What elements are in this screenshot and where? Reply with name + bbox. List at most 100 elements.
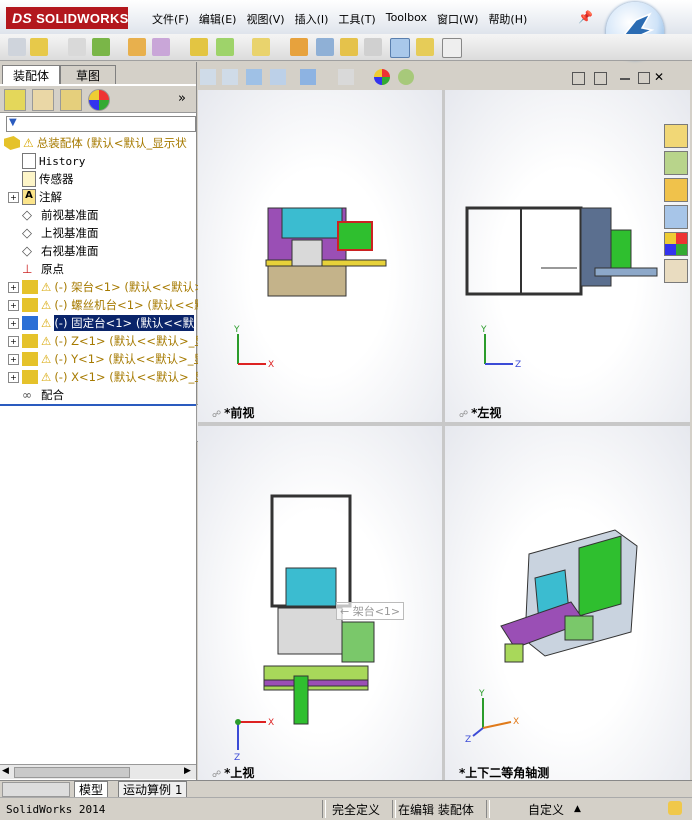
warning-icon: ⚠ [41, 280, 52, 294]
tree-item-label: 传感器 [39, 172, 74, 186]
tree-item-top-plane[interactable]: ◇ 上视基准面 [22, 224, 99, 242]
scroll-left-icon[interactable]: ◀ [2, 766, 9, 776]
status-units[interactable]: 自定义 [528, 801, 564, 817]
explode-icon[interactable] [340, 38, 358, 56]
display-style-icon[interactable] [338, 69, 354, 85]
units-dropdown-icon[interactable]: ▲ [574, 801, 581, 817]
zoom-area-icon[interactable] [222, 69, 238, 85]
link-icon: ☍ [212, 770, 222, 780]
menu-file[interactable]: 文件(F) [150, 11, 197, 27]
custom-properties-icon[interactable] [664, 259, 688, 283]
tree-item-right-plane[interactable]: ◇ 右视基准面 [22, 242, 99, 260]
menu-edit[interactable]: 编辑(E) [197, 11, 245, 27]
feature-manager-icon[interactable] [4, 89, 26, 111]
open-icon[interactable] [30, 38, 48, 56]
tree-item-part[interactable]: + ⚠ (-) X<1> (默认<<默认>_显 [8, 368, 206, 386]
tree-item-part[interactable]: + ⚠ (-) Y<1> (默认<<默认>_显 [8, 350, 205, 368]
viewport-left[interactable]: Y Z ☍ *左视 [445, 90, 690, 422]
menu-bar: 文件(F) 编辑(E) 视图(V) 插入(I) 工具(T) Toolbox 窗口… [150, 11, 535, 27]
viewport-front[interactable]: Y X ☍ *前视 [198, 90, 442, 422]
expand-toggle[interactable]: + [8, 353, 19, 365]
status-separator [486, 800, 490, 818]
tab-sketch[interactable]: 草图 [60, 65, 116, 84]
viewport-link-icon[interactable] [594, 72, 607, 85]
tree-root[interactable]: ⚠ 总装配体 (默认<默认_显示状 [4, 134, 187, 152]
instant3d-icon[interactable] [364, 38, 382, 56]
menu-help[interactable]: 帮助(H) [486, 11, 535, 27]
horizontal-scrollbar[interactable]: ◀ ▶ [0, 764, 196, 779]
restore-icon[interactable] [638, 72, 650, 84]
property-manager-icon[interactable] [32, 89, 54, 111]
appearance-icon[interactable] [374, 69, 390, 85]
minimize-icon[interactable] [620, 78, 630, 80]
settings-gear-icon[interactable] [290, 38, 308, 56]
viewport-split-icon[interactable] [572, 72, 585, 85]
previous-view-icon[interactable] [246, 69, 262, 85]
close-icon[interactable]: ✕ [654, 70, 664, 84]
design-library-icon[interactable] [664, 151, 688, 175]
sketch-toggle-icon[interactable] [390, 38, 410, 58]
tree-item-part-selected[interactable]: + ⚠ (-) 固定台<1> (默认<<默 [8, 314, 195, 332]
assembly-icon[interactable] [92, 38, 110, 56]
view-orientation-icon[interactable] [300, 69, 316, 85]
status-editing: 在编辑 装配体 [398, 802, 474, 817]
mate-icon[interactable] [416, 38, 434, 56]
tree-item-label: (-) 架台<1> (默认<<默认> [54, 280, 204, 294]
new-icon[interactable] [8, 38, 26, 56]
tree-item-annotations[interactable]: + A 注解 [8, 188, 62, 206]
appearances-icon[interactable] [664, 232, 688, 256]
tab-motion-study[interactable]: 运动算例 1 [118, 781, 188, 798]
move-component-icon[interactable] [316, 38, 334, 56]
scene-icon[interactable] [398, 69, 414, 85]
tree-item-origin[interactable]: ⊥ 原点 [22, 260, 64, 278]
display-manager-icon[interactable] [88, 89, 110, 111]
pin-icon[interactable]: 📌 [578, 10, 593, 24]
component-icon[interactable] [216, 38, 234, 56]
tree-item-front-plane[interactable]: ◇ 前视基准面 [22, 206, 99, 224]
menu-insert[interactable]: 插入(I) [293, 11, 337, 27]
tab-assembly[interactable]: 装配体 [2, 65, 60, 84]
tree-item-history[interactable]: History [22, 152, 85, 170]
solidworks-logo[interactable]: DS SOLIDWORKS [6, 7, 128, 29]
tree-item-mates[interactable]: ∞ 配合 [22, 386, 64, 404]
expand-toggle[interactable]: + [8, 317, 19, 329]
menu-toolbox[interactable]: Toolbox [384, 11, 435, 27]
tree-item-sensors[interactable]: 传感器 [22, 170, 74, 188]
smart-fastener-icon[interactable] [252, 38, 270, 56]
menu-view[interactable]: 视图(V) [244, 11, 292, 27]
expand-toggle[interactable]: + [8, 371, 19, 383]
viewport-splitter-horizontal[interactable] [198, 422, 690, 426]
tree-filter-input[interactable]: ▼ [6, 116, 196, 132]
section-view-icon[interactable] [270, 69, 286, 85]
viewport-isometric[interactable]: Y X Z *上下二等角轴测 [445, 426, 690, 780]
tree-item-part[interactable]: + ⚠ (-) Z<1> (默认<<默认>_显 [8, 332, 206, 350]
scroll-thumb[interactable] [14, 767, 130, 778]
tree-item-part[interactable]: + ⚠ (-) 架台<1> (默认<<默认> [8, 278, 204, 296]
menu-tools[interactable]: 工具(T) [336, 11, 383, 27]
tree-item-part[interactable]: + ⚠ (-) 螺丝机台<1> (默认<<默 [8, 296, 206, 314]
tooltip-toggle-icon[interactable] [668, 801, 682, 815]
expand-toggle[interactable]: + [8, 281, 19, 293]
attach-icon[interactable] [68, 38, 86, 56]
options-icon[interactable] [152, 38, 170, 56]
print-icon[interactable] [128, 38, 146, 56]
file-explorer-icon[interactable] [664, 178, 688, 202]
view-selector-icon[interactable] [442, 38, 462, 58]
viewport-splitter-vertical[interactable] [442, 90, 445, 780]
axis-x-label: X [268, 718, 274, 728]
expand-toggle[interactable]: + [8, 299, 19, 311]
expand-toggle[interactable]: + [8, 191, 19, 203]
viewport-top[interactable]: ← 架台<1> X Z ☍ *上视 [198, 426, 442, 780]
rebuild-icon[interactable] [190, 38, 208, 56]
view-palette-icon[interactable] [664, 205, 688, 229]
home-icon[interactable] [664, 124, 688, 148]
tab-model[interactable]: 模型 [74, 781, 109, 798]
scroll-right-icon[interactable]: ▶ [184, 766, 191, 776]
zoom-fit-icon[interactable] [200, 69, 216, 85]
axis-y-label: Y [233, 325, 240, 335]
expand-toggle[interactable]: + [8, 335, 19, 347]
tab-scroll-controls[interactable] [2, 782, 70, 797]
configuration-manager-icon[interactable] [60, 89, 82, 111]
panel-expand-button[interactable]: » [178, 91, 186, 106]
menu-window[interactable]: 窗口(W) [435, 11, 486, 27]
